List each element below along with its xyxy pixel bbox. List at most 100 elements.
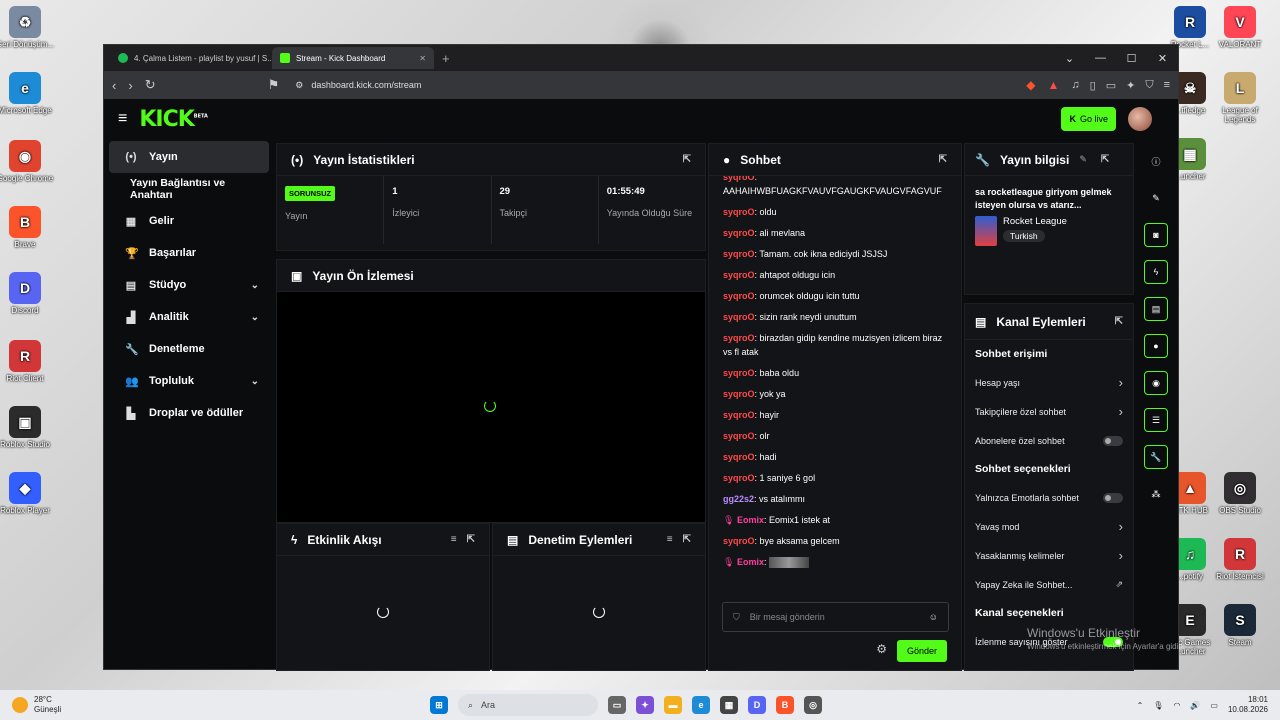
chat-input[interactable]: ⛉ Bir mesaj gönderin ☺ xyxy=(722,602,949,632)
chat-username[interactable]: syqroO xyxy=(723,207,755,217)
chat-username[interactable]: syqroO xyxy=(723,176,755,182)
chat-username[interactable]: gg22s2 xyxy=(723,494,754,504)
chat-username[interactable]: syqroO xyxy=(723,291,755,301)
channel-option-row[interactable]: Hesap yaşı › xyxy=(965,368,1133,397)
wallet-icon[interactable]: ▭ xyxy=(1106,79,1116,92)
sidebar-item[interactable]: (•) Yayın xyxy=(109,141,269,173)
broadcast-icon[interactable]: ◉ xyxy=(1144,371,1168,395)
url-field[interactable]: ⚙ dashboard.kick.com/stream xyxy=(291,75,1014,95)
forward-icon[interactable]: › xyxy=(128,78,132,93)
sidebar-item[interactable]: ▟ Analitik ⌄ xyxy=(109,301,269,333)
chat-username[interactable]: syqroO xyxy=(723,312,755,322)
channel-option-row[interactable]: Abonelere özel sohbet xyxy=(965,426,1133,455)
copilot-icon[interactable]: ✦ xyxy=(636,696,654,714)
chat-icon[interactable]: ● xyxy=(1144,334,1168,358)
battery-icon[interactable]: ▭ xyxy=(1210,701,1218,710)
desktop-icon[interactable]: S Steam xyxy=(1210,604,1270,647)
brave-shield-icon[interactable]: ◆ xyxy=(1026,78,1035,92)
go-live-button[interactable]: K Go live xyxy=(1061,107,1116,131)
list-icon[interactable]: ☰ xyxy=(1144,408,1168,432)
chat-username[interactable]: syqroO xyxy=(723,368,755,378)
store-icon[interactable]: ▦ xyxy=(720,696,738,714)
toggle-switch[interactable] xyxy=(1103,492,1123,503)
desktop-icon[interactable]: V VALORANT xyxy=(1210,6,1270,49)
camera-icon[interactable]: ◙ xyxy=(1144,223,1168,247)
chat-username[interactable]: syqroO xyxy=(723,431,755,441)
tab-kick-dashboard[interactable]: Stream - Kick Dashboard ✕ xyxy=(272,47,434,69)
chat-username[interactable]: syqroO xyxy=(723,389,755,399)
tab-spotify[interactable]: 4. Çalma Listem - playlist by yusuf | S.… xyxy=(110,47,272,69)
back-icon[interactable]: ‹ xyxy=(112,78,116,93)
chat-username[interactable]: Eomix xyxy=(737,515,764,525)
channel-option-row[interactable]: Yasaklanmış kelimeler › xyxy=(965,541,1133,570)
vpn-icon[interactable]: ⛉ xyxy=(1145,79,1153,92)
filter-icon[interactable]: ≡ xyxy=(451,534,457,545)
hamburger-icon[interactable]: ≡ xyxy=(118,110,127,128)
desktop-icon[interactable]: ◉ Google Chrome xyxy=(0,140,55,183)
clock[interactable]: 18:01 10.08.2026 xyxy=(1228,695,1268,715)
edit-icon[interactable]: ✎ xyxy=(1079,154,1087,165)
desktop-icon[interactable]: L League of Legends xyxy=(1210,72,1270,124)
leo-icon[interactable]: ✦ xyxy=(1126,79,1135,92)
chat-username[interactable]: syqroO xyxy=(723,249,755,259)
emoji-icon[interactable]: ☺ xyxy=(929,612,938,622)
sidebar-item[interactable]: ▦ Gelir xyxy=(109,205,269,237)
desktop-icon[interactable]: e Microsoft Edge xyxy=(0,72,55,115)
minimize-button[interactable]: — xyxy=(1085,52,1116,64)
document-icon[interactable]: ▤ xyxy=(1144,297,1168,321)
mic-icon[interactable]: 🎙 xyxy=(1153,701,1163,710)
popout-icon[interactable]: ⇱ xyxy=(683,154,691,165)
popout-icon[interactable]: ⇱ xyxy=(683,534,691,545)
chevron-down-icon[interactable]: ⌄ xyxy=(251,312,259,323)
sidebar-item[interactable]: ▙ Droplar ve ödüller xyxy=(109,397,269,429)
volume-icon[interactable]: 🔊 xyxy=(1190,701,1200,710)
brave-icon[interactable]: B xyxy=(776,696,794,714)
chat-username[interactable]: syqroO xyxy=(723,452,755,462)
chat-username[interactable]: syqroO xyxy=(723,410,755,420)
chevron-down-icon[interactable]: ⌄ xyxy=(251,280,259,291)
edge-icon[interactable]: e xyxy=(692,696,710,714)
popout-icon[interactable]: ⇱ xyxy=(939,154,947,165)
start-icon[interactable]: ⊞ xyxy=(430,696,448,714)
pencil-icon[interactable]: ✎ xyxy=(1144,186,1168,210)
popout-icon[interactable]: ⇱ xyxy=(1101,154,1109,165)
chat-username[interactable]: syqroO xyxy=(723,473,755,483)
desktop-icon[interactable]: R Riot Client xyxy=(0,340,55,383)
chat-username[interactable]: syqroO xyxy=(723,333,755,343)
channel-option-row[interactable]: Yalnızca Emotlarla sohbet xyxy=(965,483,1133,512)
desktop-icon[interactable]: ◎ OBS Studio xyxy=(1210,472,1270,515)
chat-username[interactable]: syqroO xyxy=(723,228,755,238)
task-view-icon[interactable]: ▭ xyxy=(608,696,626,714)
maximize-button[interactable]: ☐ xyxy=(1116,52,1147,65)
popout-icon[interactable]: ⇱ xyxy=(467,534,475,545)
toggle-switch[interactable] xyxy=(1103,435,1123,446)
tab-search-button[interactable]: ⌄ xyxy=(1054,52,1085,65)
chat-username[interactable]: syqroO xyxy=(723,270,755,280)
sidebar-item[interactable]: ▤ Stüdyo ⌄ xyxy=(109,269,269,301)
new-tab-button[interactable]: + xyxy=(442,51,450,66)
chevron-down-icon[interactable]: ⌄ xyxy=(251,376,259,387)
sidebar-item[interactable]: 👥 Topluluk ⌄ xyxy=(109,365,269,397)
bookmark-icon[interactable]: ⚑ xyxy=(268,77,280,93)
weather-widget[interactable]: 28°C Güneşli xyxy=(0,695,430,715)
tray-chevron-icon[interactable]: ⌃ xyxy=(1137,701,1144,710)
wrench-icon[interactable]: 🔧 xyxy=(1144,445,1168,469)
channel-option-row[interactable]: Yavaş mod › xyxy=(965,512,1133,541)
desktop-icon[interactable]: B Brave xyxy=(0,206,55,249)
wifi-icon[interactable]: ◠ xyxy=(1173,701,1180,710)
gear-icon[interactable]: ⚙ xyxy=(876,642,887,656)
chat-username[interactable]: syqroO xyxy=(723,536,755,546)
desktop-icon[interactable]: ♻ Geri Dönüşüm... xyxy=(0,6,55,49)
desktop-icon[interactable]: ▣ Roblox Studio xyxy=(0,406,55,449)
channel-option-row[interactable]: Yapay Zeka ile Sohbet... ⇗ xyxy=(965,570,1133,599)
info-icon[interactable]: ⓘ xyxy=(1144,149,1168,173)
file-explorer-icon[interactable]: ▬ xyxy=(664,696,682,714)
taskbar-search[interactable]: ⌕ Ara xyxy=(458,694,598,716)
desktop-icon[interactable]: D Discord xyxy=(0,272,55,315)
filter-icon[interactable]: ≡ xyxy=(667,534,673,545)
more-icon[interactable]: ⁂ xyxy=(1144,482,1168,506)
obs-icon[interactable]: ◎ xyxy=(804,696,822,714)
brave-rewards-icon[interactable]: ▲ xyxy=(1048,78,1060,92)
send-button[interactable]: Gönder xyxy=(897,640,947,662)
desktop-icon[interactable]: ◆ Roblox Player xyxy=(0,472,55,515)
